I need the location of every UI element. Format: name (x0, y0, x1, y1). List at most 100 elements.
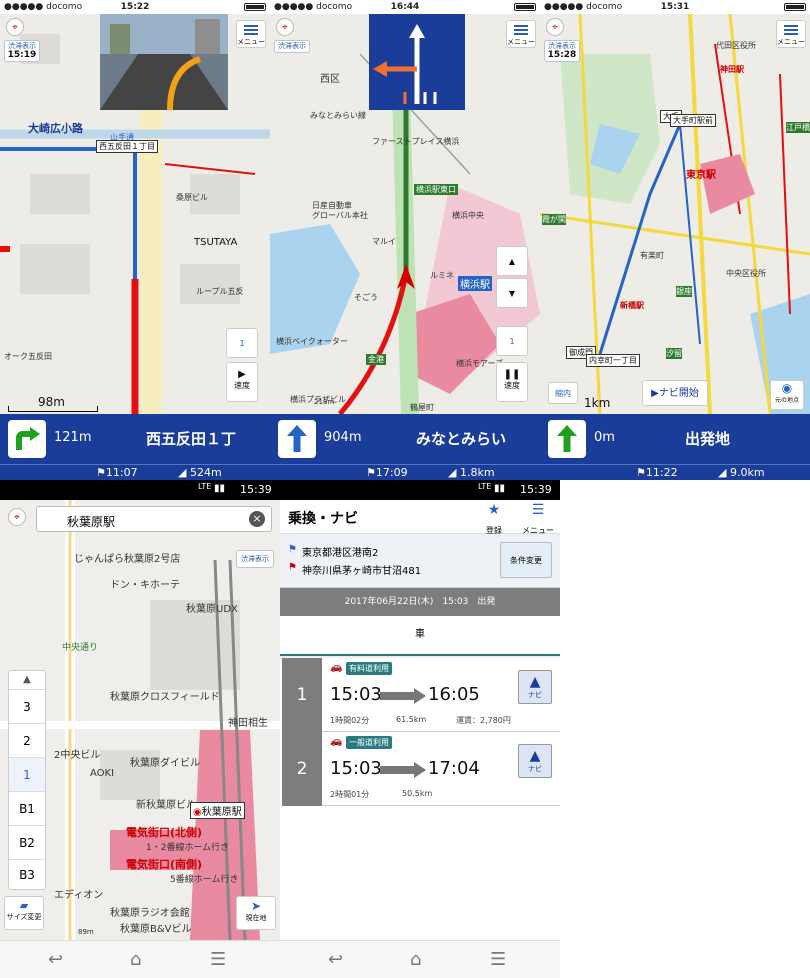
eta-time: 11:07 (105, 466, 138, 479)
poi-sogo: そごう (354, 293, 378, 302)
eta: ⚑17:09 (366, 466, 408, 479)
origin-text[interactable]: 東京都港区港南2 (302, 544, 378, 559)
compass-icon[interactable]: ⌖ (6, 18, 24, 36)
navi-button[interactable]: ▲ ナビ (518, 670, 552, 704)
battery-icon (514, 3, 536, 11)
congestion-time-chip[interactable]: 渋滞表示 15:19 (4, 40, 40, 62)
poi-2chuo: 2中央ビル (54, 750, 101, 761)
guidance-bar[interactable]: 0m 出発地 (540, 414, 810, 464)
recents-icon[interactable]: ☰ (490, 949, 506, 970)
arrival-time: 16:05 (428, 684, 480, 705)
congestion-chip[interactable]: 渋滞表示 (236, 550, 274, 568)
poi-nissan-global: グローバル本社 (312, 211, 368, 220)
compass-icon[interactable]: ⌖ (276, 18, 294, 36)
poi-daibiru: 秋葉原ダイビル (130, 758, 200, 769)
zoom-in-button[interactable]: 縮内 (548, 382, 578, 404)
straight-arrow-icon (278, 420, 316, 458)
congestion-chip[interactable]: 渋滞表示 (274, 40, 310, 53)
finish-flag-icon: ⚑ (366, 466, 376, 479)
menu-button[interactable]: ☰ メニュー (520, 502, 556, 537)
poi-shiodome: 汐留 (666, 348, 682, 359)
play-icon: ▶ (238, 369, 246, 380)
scroll-up-button[interactable]: ▲ (496, 246, 528, 276)
back-icon[interactable]: ↩ (328, 949, 343, 970)
route-arrow-icon (380, 688, 426, 704)
scroll-down-button[interactable]: ▼ (496, 278, 528, 308)
origin-button[interactable]: ◉ 元の地点 (770, 380, 804, 410)
floor-b3[interactable]: B3 (9, 859, 45, 889)
poi-first-place: ファーストプレイス横浜 (372, 137, 460, 146)
floor-up-icon[interactable]: ▲ (9, 671, 45, 689)
map-scale: 1km (584, 396, 611, 410)
poi-kanda: 神田駅 (720, 65, 744, 74)
guidance-bar[interactable]: 121m 西五反田１丁 (0, 414, 270, 464)
route-row-2[interactable]: 2 🚗 一般道利用 15:03 17:04 2時間01分 50.5km ▲ ナビ (282, 732, 560, 806)
speed-button[interactable]: ❚❚ 速度 (496, 362, 528, 402)
poi-chuodori: 中央通り (62, 643, 99, 653)
map-view[interactable]: メニュー ⌖ 渋滞表示 西区 みなとみらい線 ファーストプレイス横浜 日産自動車… (270, 14, 540, 414)
network-label: LTE (198, 482, 212, 491)
navi-label: ナビ (528, 691, 542, 699)
poi-chiyoda: 代田区役所 (716, 41, 756, 50)
congestion-time-chip[interactable]: 渋滞表示 15:28 (544, 40, 580, 62)
home-icon[interactable]: ⌂ (130, 949, 141, 970)
navi-button[interactable]: ▲ ナビ (518, 744, 552, 778)
poi-kasumigaseki: 霞が関 (542, 214, 566, 225)
zoom-in-label: 縮内 (555, 389, 571, 398)
home-icon[interactable]: ⌂ (410, 949, 421, 970)
departure-time: 15:03 (330, 684, 382, 705)
route-duration: 1時間02分 (330, 716, 370, 725)
intersection-tag: 西五反田１丁目 (96, 140, 158, 153)
start-navi-button[interactable]: ▶ナビ開始 (642, 380, 708, 406)
menu-button[interactable]: メニュー (506, 20, 536, 48)
battery-icon (784, 3, 806, 11)
poi-bayquarter: 横浜ベイクォーター (276, 337, 348, 346)
compass-icon[interactable]: ⌖ (546, 18, 564, 36)
speed-button[interactable]: ▶ 速度 (226, 362, 258, 402)
menu-button[interactable]: メニュー (236, 20, 266, 48)
guidance-bar[interactable]: 904m みなとみらい (270, 414, 540, 464)
blank-area (560, 480, 810, 978)
floor-b2[interactable]: B2 (9, 825, 45, 859)
poi-jyanpara: じゃんぱら秋葉原2号店 (74, 554, 181, 565)
register-button[interactable]: ★ 登録 (480, 502, 508, 537)
navi-arrow-icon: ▲ (529, 674, 541, 690)
menu-button[interactable]: メニュー (776, 20, 806, 48)
current-location-button[interactable]: ➤ 現在地 (236, 896, 276, 930)
floor-1[interactable]: 1 (9, 757, 45, 791)
route-row-1[interactable]: 1 🚗 有料道利用 15:03 16:05 1時間02分 61.5km 運賃：2… (282, 658, 560, 732)
poi-central: 横浜中央 (452, 211, 484, 220)
change-conditions-button[interactable]: 条件変更 (500, 542, 552, 578)
size-change-button[interactable]: ▰ サイズ変更 (4, 896, 44, 930)
size-change-label: サイズ変更 (6, 913, 42, 921)
map-view[interactable]: 秋葉原駅 × ⌖ 渋滞表示 じゃんぱら秋葉原2号店 ドン・キホーテ 秋葉原UDX… (0, 500, 280, 940)
road-label-oosaki: 大崎広小路 (28, 122, 83, 135)
search-box[interactable]: 秋葉原駅 × (36, 506, 272, 532)
next-distance: 0m (594, 430, 615, 445)
mode-tab-car[interactable]: 車 (280, 616, 560, 656)
recents-icon[interactable]: ☰ (210, 949, 226, 970)
destination-text[interactable]: 神奈川県茅ヶ崎市甘沼481 (302, 562, 421, 577)
turn-right-icon (8, 420, 46, 458)
akihabara-pin[interactable]: ◉秋葉原駅 (190, 802, 245, 819)
back-icon[interactable]: ↩ (48, 949, 63, 970)
area-nishi: 西区 (320, 74, 340, 85)
floor-b1[interactable]: B1 (9, 791, 45, 825)
current-location-label: 現在地 (245, 914, 267, 922)
zoom-level-button[interactable]: 1 (226, 328, 258, 358)
remaining: ◢ 524m (178, 466, 222, 479)
finish-flag-icon: ⚑ (96, 466, 106, 479)
map-view[interactable]: ⌖ 渋滞表示 15:19 メニュー 大崎広小路 山手通 西五反田１丁目 桑原ビル… (0, 14, 270, 414)
menu-icon (514, 25, 528, 35)
floor-3[interactable]: 3 (9, 689, 45, 723)
zoom-level-button[interactable]: 1 (496, 326, 528, 356)
poi-shin: 新秋葉原ビル (136, 800, 196, 811)
floor-2[interactable]: 2 (9, 723, 45, 757)
map-view[interactable]: ⌖ 渋滞表示 15:28 メニュー 代田区役所 神田駅 大手 大手町駅前 江戸橋… (540, 14, 810, 414)
date-bar[interactable]: 2017年06月22日(木) 15:03 出発 (280, 588, 560, 616)
screen-1-gotanda: ●●●●● docomo 15:22 ⌖ 渋滞表示 15:19 メニュー 大崎広… (0, 0, 270, 480)
poi-chuo: 中央区役所 (726, 269, 766, 278)
clear-icon[interactable]: × (249, 511, 265, 527)
compass-icon[interactable]: ⌖ (8, 508, 26, 526)
poi-office: オーク五反田 (4, 352, 52, 361)
